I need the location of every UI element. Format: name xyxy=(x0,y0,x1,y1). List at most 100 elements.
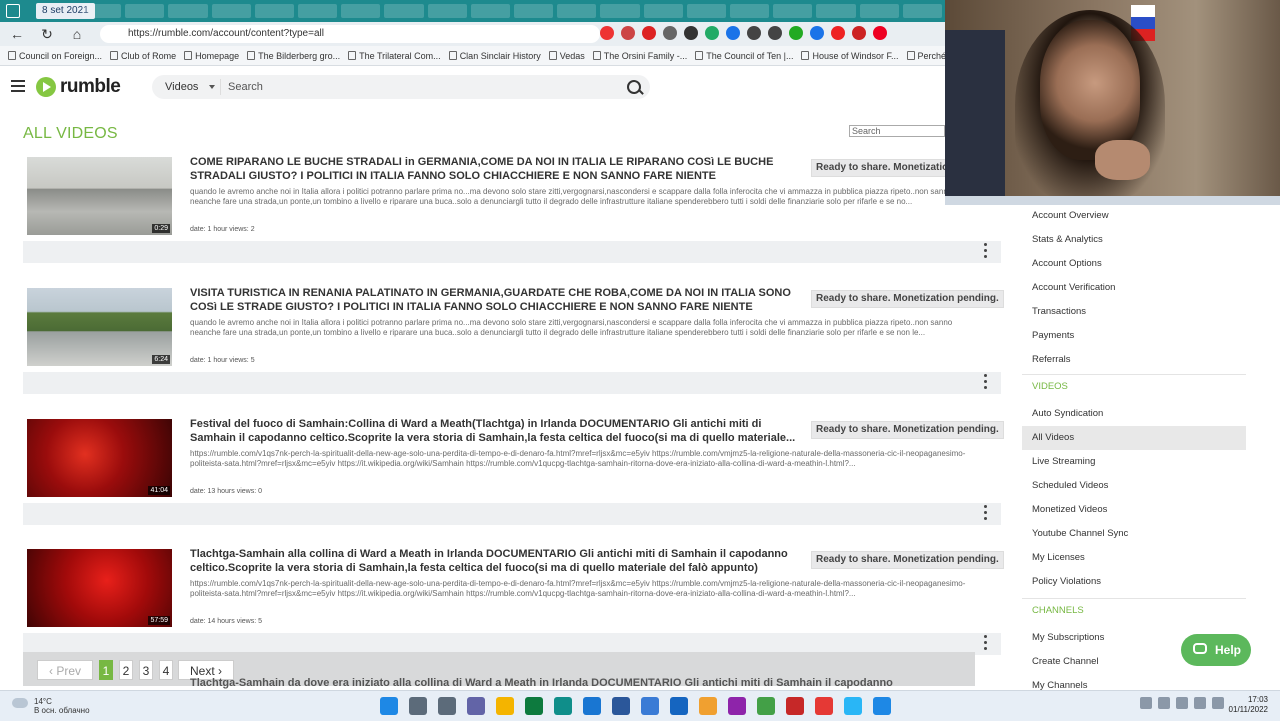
weather-temp: 14°C xyxy=(34,697,52,706)
person-hand xyxy=(1095,140,1150,180)
page-2-button[interactable]: 2 xyxy=(119,660,133,680)
chevron-down-icon[interactable] xyxy=(209,85,215,89)
help-button[interactable]: Help xyxy=(1181,634,1251,666)
divider xyxy=(1022,374,1246,375)
system-tray[interactable] xyxy=(1140,697,1224,709)
sidebar-item-payments[interactable]: Payments xyxy=(1022,324,1246,348)
sidebar-item-youtube-channel-sync[interactable]: Youtube Channel Sync xyxy=(1022,522,1246,546)
sidebar-item-my-licenses[interactable]: My Licenses xyxy=(1022,546,1246,570)
video-title[interactable]: VISITA TURISTICA IN RENANIA PALATINATO I… xyxy=(190,286,810,314)
video-thumbnail[interactable]: 41:04 xyxy=(27,419,172,497)
duration-badge: 6:24 xyxy=(152,355,170,364)
rumble-logo[interactable]: rumble xyxy=(36,76,121,98)
bookmark[interactable]: Vedas xyxy=(548,51,585,61)
bookmark[interactable]: The Trilateral Com... xyxy=(348,51,441,61)
search-icon[interactable] xyxy=(627,80,641,94)
video-meta: date: 14 hours views: 5 xyxy=(190,618,262,625)
chat-icon xyxy=(1193,643,1207,654)
clock-date: 01/11/2022 xyxy=(1228,705,1268,714)
reload-icon[interactable]: ↻ xyxy=(38,25,56,43)
video-list-search-input[interactable]: Search xyxy=(849,125,945,137)
video-row: 6:24 VISITA TURISTICA IN RENANIA PALATIN… xyxy=(23,286,1004,394)
rumble-play-icon xyxy=(36,77,56,97)
prev-page-button[interactable]: ‹ Prev xyxy=(37,660,93,680)
edge-icon xyxy=(554,697,572,715)
bookmark[interactable]: Club of Rome xyxy=(110,51,176,61)
app-icon xyxy=(641,697,659,715)
sidebar-item-auto-syndication[interactable]: Auto Syndication xyxy=(1022,402,1246,426)
clock-time: 17:03 xyxy=(1247,695,1268,704)
bookmark[interactable]: Council on Foreign... xyxy=(8,51,102,61)
webcam-taskbar-strip xyxy=(945,196,1280,205)
app-icon xyxy=(786,697,804,715)
video-description: quando le avremo anche noi in Italia all… xyxy=(190,318,953,337)
status-badge: Ready to share. Monetization pending. xyxy=(811,551,1004,569)
sidebar-item-stats-analytics[interactable]: Stats & Analytics xyxy=(1022,228,1246,252)
sidebar-item-account-options[interactable]: Account Options xyxy=(1022,252,1246,276)
background-monitor xyxy=(945,30,1005,200)
menu-icon[interactable] xyxy=(11,80,25,92)
search-category-select[interactable]: Videos xyxy=(165,75,198,99)
app-icon xyxy=(844,697,862,715)
sidebar-item-transactions[interactable]: Transactions xyxy=(1022,300,1246,324)
app-icon xyxy=(873,697,891,715)
search-icon xyxy=(409,697,427,715)
more-options-icon[interactable] xyxy=(984,243,988,259)
sidebar-item-account-overview[interactable]: Account Overview xyxy=(1022,204,1246,228)
logo-text: rumble xyxy=(60,76,121,97)
page-title: ALL VIDEOS xyxy=(23,125,118,142)
account-sidebar: Account Overview Stats & Analytics Accou… xyxy=(1022,204,1246,690)
sidebar-item-my-channels[interactable]: My Channels xyxy=(1022,674,1246,690)
back-icon[interactable]: ← xyxy=(8,25,26,43)
sidebar-item-live-streaming[interactable]: Live Streaming xyxy=(1022,450,1246,474)
video-thumbnail[interactable]: 0:29 xyxy=(27,157,172,235)
sidebar-item-account-verification[interactable]: Account Verification xyxy=(1022,276,1246,300)
next-video-title-peek[interactable]: Tlachtga-Samhain da dove era iniziato al… xyxy=(190,677,950,689)
wifi-icon xyxy=(1176,697,1188,709)
video-title[interactable]: COME RIPARANO LE BUCHE STRADALI in GERMA… xyxy=(190,155,810,183)
window-icon[interactable] xyxy=(6,4,20,18)
video-title[interactable]: Tlachtga-Samhain alla collina di Ward a … xyxy=(190,547,810,575)
video-row: 57:59 Tlachtga-Samhain alla collina di W… xyxy=(23,547,1004,655)
weather-desc: В осн. облачно xyxy=(34,706,90,715)
bookmark[interactable]: House of Windsor F... xyxy=(801,51,899,61)
video-thumbnail[interactable]: 57:59 xyxy=(27,549,172,627)
more-options-icon[interactable] xyxy=(984,635,988,651)
app-icon xyxy=(670,697,688,715)
word-icon xyxy=(612,697,630,715)
chat-app-icon xyxy=(467,697,485,715)
more-options-icon[interactable] xyxy=(984,374,988,390)
page-4-button[interactable]: 4 xyxy=(159,660,173,680)
volume-icon xyxy=(1194,697,1206,709)
page-1-button[interactable]: 1 xyxy=(99,660,113,680)
sidebar-item-referrals[interactable]: Referrals xyxy=(1022,348,1246,372)
video-row: 41:04 Festival del fuoco di Samhain:Coll… xyxy=(23,417,1004,525)
bookmark[interactable]: The Bilderberg gro... xyxy=(247,51,340,61)
store-icon xyxy=(525,697,543,715)
extension-icons[interactable] xyxy=(600,26,887,40)
more-options-icon[interactable] xyxy=(984,505,988,521)
clock[interactable]: 17:03 01/11/2022 xyxy=(1228,695,1268,715)
sidebar-item-monetized-videos[interactable]: Monetized Videos xyxy=(1022,498,1246,522)
bookmark[interactable]: The Council of Ten |... xyxy=(695,51,793,61)
video-thumbnail[interactable]: 6:24 xyxy=(27,288,172,366)
page-3-button[interactable]: 3 xyxy=(139,660,153,680)
video-title[interactable]: Festival del fuoco di Samhain:Collina di… xyxy=(190,417,810,445)
bookmark[interactable]: Clan Sinclair History xyxy=(448,51,541,61)
sidebar-item-all-videos[interactable]: All Videos xyxy=(1022,426,1246,450)
url-field[interactable]: https://rumble.com/account/content?type=… xyxy=(100,25,600,43)
sidebar-item-scheduled-videos[interactable]: Scheduled Videos xyxy=(1022,474,1246,498)
video-description: quando le avremo anche noi in Italia all… xyxy=(190,187,953,206)
person-face xyxy=(1040,20,1140,160)
bookmark[interactable]: Homepage xyxy=(184,51,239,61)
battery-icon xyxy=(1212,697,1224,709)
sidebar-item-policy-violations[interactable]: Policy Violations xyxy=(1022,570,1246,594)
duration-badge: 41:04 xyxy=(148,486,170,495)
bookmark[interactable]: The Orsini Family -... xyxy=(592,51,687,61)
webcam-overlay xyxy=(945,0,1280,205)
home-icon[interactable]: ⌂ xyxy=(68,25,86,43)
search-input[interactable]: Search xyxy=(228,75,608,99)
tab-strip[interactable] xyxy=(82,4,943,18)
divider xyxy=(1022,598,1246,599)
taskbar-apps[interactable] xyxy=(380,697,891,715)
